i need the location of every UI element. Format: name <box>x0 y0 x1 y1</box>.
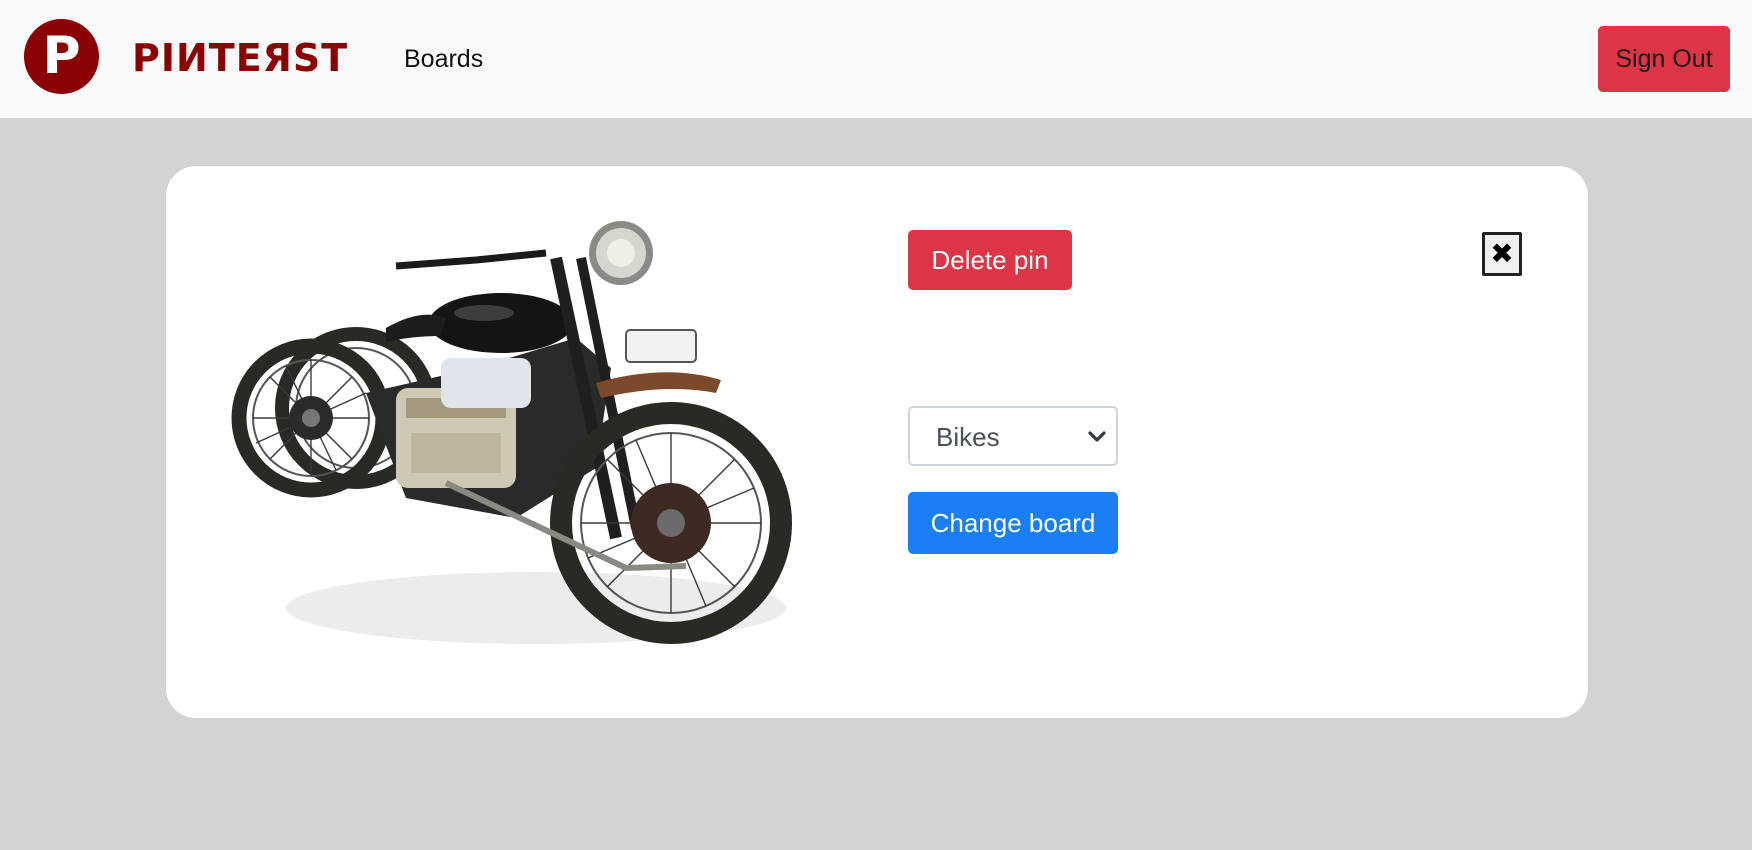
board-select-value: Bikes <box>936 422 1000 452</box>
top-navbar: P PIИTEЯST Boards Sign Out <box>0 0 1752 118</box>
board-select[interactable]: Bikes <box>908 406 1118 466</box>
close-icon: ✖ <box>1490 237 1514 270</box>
change-board-button[interactable]: Change board <box>908 492 1118 554</box>
pin-detail-modal: Delete pin ✖ Bikes Change board <box>166 166 1588 718</box>
sign-out-button[interactable]: Sign Out <box>1598 26 1730 92</box>
brand-name[interactable]: PIИTEЯST <box>132 36 348 80</box>
nav-link-boards[interactable]: Boards <box>404 44 483 74</box>
delete-pin-button[interactable]: Delete pin <box>908 230 1072 290</box>
close-modal-button[interactable]: ✖ <box>1482 232 1522 276</box>
chevron-down-icon <box>1088 431 1106 442</box>
pin-image[interactable] <box>216 218 816 678</box>
pinterest-logo-icon[interactable]: P <box>24 19 99 94</box>
logo-letter: P <box>42 25 81 86</box>
